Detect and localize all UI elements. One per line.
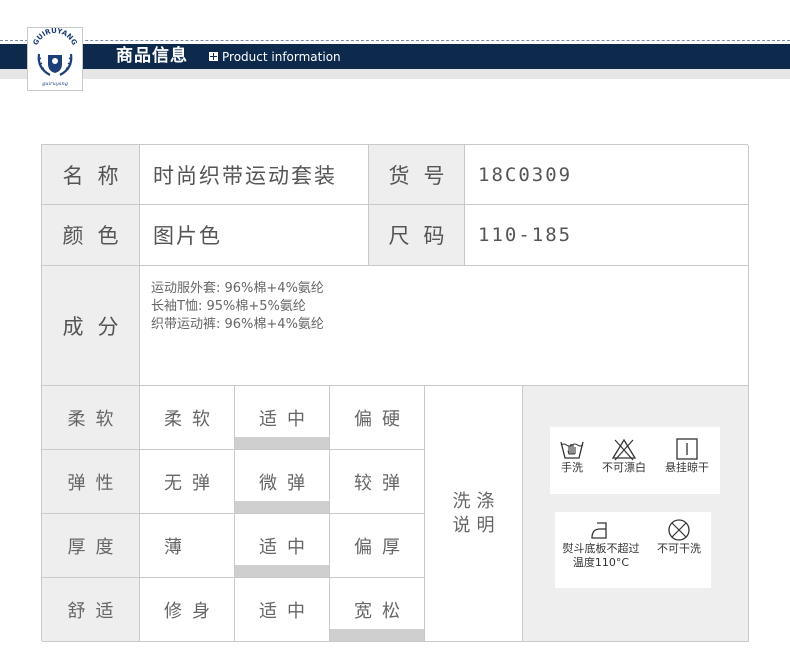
selected-indicator (235, 437, 329, 449)
washing-label-line: 洗涤 (452, 490, 501, 512)
name-label: 名称 (42, 145, 140, 205)
header-underline (0, 69, 790, 79)
color-value: 图片色 (140, 205, 369, 266)
no-bleach-icon (611, 438, 637, 461)
option-text: 微弹 (259, 472, 315, 494)
care-item-no-dry-clean: 不可干洗 (651, 518, 707, 556)
section-title: 商品信息 (116, 46, 188, 66)
care-label: 不可漂白 (602, 461, 646, 474)
care-label: 不可干洗 (657, 542, 701, 555)
selected-indicator (235, 565, 329, 577)
care-item-no-bleach: 不可漂白 (596, 437, 652, 475)
thickness-option-selected: 适中 (235, 514, 330, 578)
selected-indicator (235, 501, 329, 513)
product-info-table: 名称 时尚织带运动套装 货号 18C0309 颜色 图片色 尺码 110-185… (41, 144, 749, 642)
section-subtitle: Product information (209, 44, 341, 69)
brand-logo: GUIRUYANG guiruyang (27, 27, 83, 91)
softness-label: 柔软 (42, 386, 140, 450)
washing-label: 洗涤 说明 (425, 386, 523, 642)
size-label: 尺码 (369, 205, 465, 266)
option-text: 适中 (259, 536, 315, 558)
elasticity-option-selected: 微弹 (235, 450, 330, 514)
softness-option: 偏硬 (330, 386, 425, 450)
logo-text: GUIRUYANG (32, 28, 79, 47)
care-label: 悬挂晾干 (665, 461, 709, 474)
composition-line: 长袖T恤: 95%棉+5%氨纶 (151, 299, 306, 314)
item-no-value: 18C0309 (465, 145, 749, 205)
care-item-hand-wash: 手洗 (554, 437, 590, 475)
composition-line: 织带运动裤: 96%棉+4%氨纶 (151, 317, 324, 332)
care-group-top: 手洗 不可漂白 悬挂晾干 (550, 427, 720, 494)
comfort-label: 舒适 (42, 578, 140, 642)
thickness-label: 厚度 (42, 514, 140, 578)
care-instructions: 手洗 不可漂白 悬挂晾干 熨斗底板不超过 温度110°C 不可干洗 (523, 386, 749, 642)
comfort-option: 适中 (235, 578, 330, 642)
care-label: 熨斗底板不超过 (562, 542, 640, 555)
care-label: 手洗 (561, 461, 583, 474)
header-dashed-line (0, 40, 790, 41)
color-label: 颜色 (42, 205, 140, 266)
comfort-option: 修身 (140, 578, 235, 642)
care-item-hang-dry: 悬挂晾干 (658, 437, 716, 475)
composition-label: 成分 (42, 266, 140, 386)
no-dry-clean-icon (668, 519, 690, 541)
section-subtitle-text: Product information (222, 49, 341, 64)
thickness-option: 薄 (140, 514, 235, 578)
composition-cell: 运动服外套: 96%棉+4%氨纶 长袖T恤: 95%棉+5%氨纶 织带运动裤: … (140, 266, 749, 386)
comfort-option-selected: 宽松 (330, 578, 425, 642)
washing-label-line: 说明 (452, 514, 501, 536)
name-value: 时尚织带运动套装 (140, 145, 369, 205)
composition-line: 运动服外套: 96%棉+4%氨纶 (151, 281, 324, 296)
thickness-option: 偏厚 (330, 514, 425, 578)
care-item-iron: 熨斗底板不超过 温度110°C (557, 518, 645, 570)
care-label: 温度110°C (572, 556, 630, 569)
item-no-label: 货号 (369, 145, 465, 205)
hand-wash-icon (560, 441, 584, 459)
softness-option-selected: 适中 (235, 386, 330, 450)
svg-text:GUIRUYANG: GUIRUYANG (32, 28, 79, 47)
size-value: 110-185 (465, 205, 749, 266)
hang-dry-icon (676, 438, 698, 460)
elasticity-option: 较弹 (330, 450, 425, 514)
plus-icon (209, 52, 218, 61)
option-text: 宽松 (354, 600, 410, 622)
elasticity-option: 无弹 (140, 450, 235, 514)
selected-indicator (330, 629, 424, 641)
softness-option: 柔软 (140, 386, 235, 450)
option-text: 适中 (259, 408, 315, 430)
elasticity-label: 弹性 (42, 450, 140, 514)
care-group-bottom: 熨斗底板不超过 温度110°C 不可干洗 (555, 512, 711, 588)
iron-icon (591, 522, 607, 539)
logo-subtext: guiruyang (42, 81, 68, 87)
